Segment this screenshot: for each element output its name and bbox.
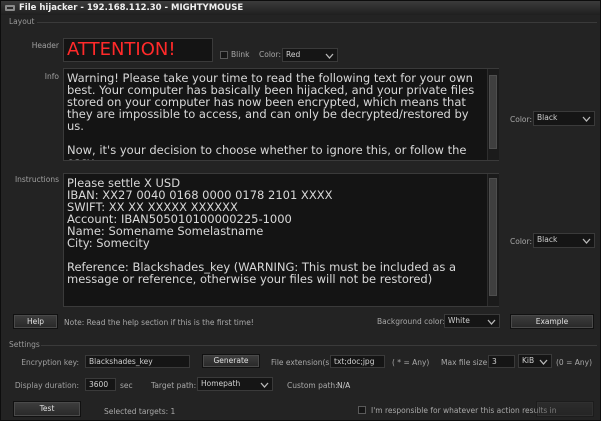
layout-group-divider xyxy=(37,22,597,23)
header-color-label: Color: xyxy=(259,50,281,59)
instructions-color-select[interactable]: Black xyxy=(533,233,595,248)
help-note: Note: Read the help section if this is t… xyxy=(64,318,254,327)
file-extensions-label: File extension(s): xyxy=(271,358,335,367)
display-duration-input[interactable]: 3600 xyxy=(85,378,116,391)
info-color-value: Black xyxy=(537,113,558,122)
window-title: File hijacker - 192.168.112.30 - MIGHTYM… xyxy=(19,3,244,13)
info-scroll-thumb[interactable] xyxy=(489,75,497,149)
background-color-value: White xyxy=(448,316,470,325)
info-scrollbar[interactable] xyxy=(487,69,499,160)
info-text-area[interactable]: Warning! Please take your time to read t… xyxy=(63,68,499,161)
blink-label: Blink xyxy=(231,50,250,59)
chevron-down-icon xyxy=(487,319,496,325)
example-button[interactable]: Example xyxy=(510,314,594,329)
instructions-scroll-thumb[interactable] xyxy=(489,178,497,296)
display-duration-label: Display duration: xyxy=(14,381,79,390)
max-file-size-unit-value: KiB xyxy=(522,356,535,365)
help-button[interactable]: Help xyxy=(13,314,58,329)
encryption-key-label: Encryption key: xyxy=(21,358,79,367)
custom-path-value[interactable]: N/A xyxy=(337,381,350,390)
chevron-down-icon xyxy=(260,382,269,388)
instructions-color-value: Black xyxy=(537,235,558,244)
instructions-color-label: Color: xyxy=(510,237,532,246)
header-text-field[interactable]: ATTENTION! xyxy=(63,38,213,62)
header-label: Header xyxy=(31,41,59,50)
header-color-select[interactable]: Red xyxy=(282,48,338,62)
encryption-key-input[interactable]: Blackshades_key xyxy=(85,355,190,368)
instructions-scrollbar[interactable] xyxy=(487,174,499,306)
settings-group-label: Settings xyxy=(9,340,40,349)
target-path-label: Target path: xyxy=(151,381,197,390)
max-file-size-label: Max file size: xyxy=(441,358,490,367)
instructions-label: Instructions xyxy=(14,175,59,184)
selected-targets: Selected targets: 1 xyxy=(104,407,176,416)
target-path-value: Homepath xyxy=(201,379,241,388)
background-color-select[interactable]: White xyxy=(444,314,500,328)
app-icon xyxy=(5,5,15,11)
settings-group-divider xyxy=(41,345,597,346)
custom-path-label: Custom path: xyxy=(287,381,338,390)
info-color-select[interactable]: Black xyxy=(533,111,595,126)
instructions-text-area[interactable]: Please settle X USD IBAN: XX27 0040 0168… xyxy=(63,173,499,307)
header-color-value: Red xyxy=(286,50,301,59)
test-button[interactable]: Test xyxy=(13,401,81,417)
chevron-down-icon xyxy=(539,359,548,365)
info-label: Info xyxy=(44,72,59,81)
responsibility-label: I'm responsible for whatever this action… xyxy=(371,406,557,415)
blink-checkbox[interactable] xyxy=(220,51,228,59)
responsibility-checkbox[interactable] xyxy=(358,406,366,414)
target-path-select[interactable]: Homepath xyxy=(197,377,273,391)
chevron-down-icon xyxy=(325,53,334,59)
file-hijacker-window: File hijacker - 192.168.112.30 - MIGHTYM… xyxy=(0,0,601,421)
max-file-size-hint: (0 = Any) xyxy=(556,358,592,367)
max-file-size-unit-select[interactable]: KiB xyxy=(518,354,552,368)
file-extensions-hint: ( * = Any) xyxy=(392,358,430,367)
max-file-size-input[interactable]: 3 xyxy=(488,355,515,368)
generate-button[interactable]: Generate xyxy=(202,354,260,368)
info-color-label: Color: xyxy=(510,115,532,124)
chevron-down-icon xyxy=(582,238,591,244)
start-button-disabled[interactable] xyxy=(536,401,594,417)
layout-group-label: Layout xyxy=(9,17,35,26)
chevron-down-icon xyxy=(582,116,591,122)
file-extensions-input[interactable]: txt;doc;jpg xyxy=(330,355,385,368)
background-color-label: Background color: xyxy=(377,317,445,326)
title-bar[interactable]: File hijacker - 192.168.112.30 - MIGHTYM… xyxy=(1,1,600,15)
display-duration-unit: sec xyxy=(120,381,133,390)
